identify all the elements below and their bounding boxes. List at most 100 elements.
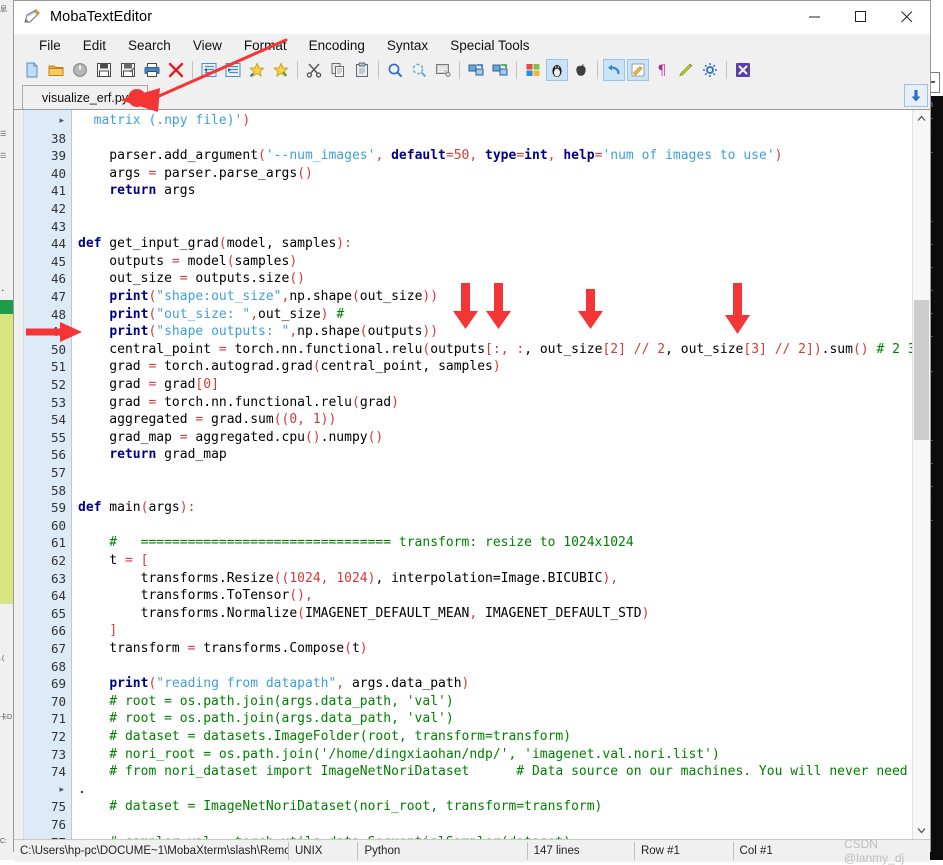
code-line[interactable]: args = parser.parse_args() [78,165,313,183]
code-line[interactable]: print("out_size: ",out_size) # [78,306,344,324]
code-line[interactable]: t = [ [78,552,148,570]
save-icon[interactable] [93,59,115,81]
menu-item-syntax[interactable]: Syntax [376,36,439,55]
code-line[interactable]: return grad_map [78,446,226,464]
menu-item-view[interactable]: View [182,36,233,55]
close-file-icon[interactable] [165,59,187,81]
code-line[interactable]: transforms.ToTensor(), [78,587,313,605]
reload-icon[interactable] [69,59,91,81]
code-line[interactable]: transforms.Resize((1024, 1024), interpol… [78,570,619,588]
code-line[interactable]: grad = grad[0] [78,376,219,394]
menu-item-search[interactable]: Search [117,36,182,55]
code-line[interactable]: central_point = torch.nn.functional.relu… [78,341,912,359]
redo-icon[interactable] [627,59,649,81]
cut-icon[interactable] [303,59,325,81]
code-line[interactable]: matrix (.npy file)') [78,112,251,130]
code-line[interactable]: print("reading from datapath", args.data… [78,675,469,693]
print-icon[interactable] [141,59,163,81]
chevron-up-icon[interactable] [913,110,930,127]
code-line[interactable]: transforms.Normalize(IMAGENET_DEFAULT_ME… [78,605,650,623]
unix-format-icon[interactable] [546,59,568,81]
code-line[interactable]: transform = transforms.Compose(t) [78,640,367,658]
code-line[interactable] [78,130,86,148]
code-line[interactable]: return args [78,182,195,200]
windows-format-icon[interactable] [522,59,544,81]
menu-item-encoding[interactable]: Encoding [298,36,376,55]
scroll-down-icon[interactable] [904,84,928,107]
file-tab-visualize-erf[interactable]: visualize_erf.py [22,85,148,109]
code-line[interactable] [78,658,86,676]
code-line[interactable]: outputs = model(samples) [78,253,297,271]
copy-icon[interactable] [327,59,349,81]
code-line[interactable]: print("shape outputs: ",np.shape(outputs… [78,323,438,341]
bookmark-strip[interactable] [14,110,24,839]
exit-icon[interactable] [732,59,754,81]
code-line[interactable]: # sampler_val = torch.utils.data.Sequent… [78,834,571,839]
fold-marker-icon[interactable]: ▸ [59,112,64,130]
code-text-surface[interactable]: matrix (.npy file)') parser.add_argument… [72,110,912,839]
outdent-icon[interactable] [198,59,220,81]
line-number-gutter: ▸ 38 39 40 41 42 43 44 45 46 47 48 49 50 51 52 53 54 55 56 5… [24,110,72,839]
code-line[interactable] [78,482,86,500]
bookmark-toggle-icon[interactable] [246,59,268,81]
scrollbar-thumb[interactable] [914,300,929,440]
find-icon[interactable] [384,59,406,81]
line-number: 70 [50,693,66,709]
code-editor-area[interactable]: ▸ 38 39 40 41 42 43 44 45 46 47 48 49 50 51 52 53 54 55 56 5… [14,110,930,839]
code-line[interactable]: print("shape:out_size",np.shape(out_size… [78,288,438,306]
find-again-icon[interactable] [408,59,430,81]
code-line[interactable]: def main(args): [78,499,195,517]
highlighter-icon[interactable] [675,59,697,81]
save-as-icon[interactable] [117,59,139,81]
indent-icon[interactable] [222,59,244,81]
code-line[interactable]: # nori_root = os.path.join('/home/dingxi… [78,746,720,764]
line-number: 50 [50,341,66,357]
mac-format-icon[interactable] [570,59,592,81]
bookmark-next-icon[interactable] [270,59,292,81]
code-line[interactable] [78,200,86,218]
code-line[interactable]: def get_input_grad(model, samples): [78,235,352,253]
minimize-button[interactable] [792,1,838,33]
new-file-icon[interactable] [21,59,43,81]
open-folder-icon[interactable] [45,59,67,81]
code-line[interactable] [78,816,86,834]
code-line[interactable]: grad = torch.autograd.grad(central_point… [78,358,500,376]
code-line[interactable]: ] [78,622,117,640]
paste-icon[interactable] [351,59,373,81]
close-button[interactable] [884,1,930,33]
code-line[interactable]: aggregated = grad.sum((0, 1)) [78,411,336,429]
line-number: 76 [50,817,66,832]
menu-item-edit[interactable]: Edit [72,36,117,55]
fold-marker-icon[interactable]: ▸ [59,781,64,799]
code-line[interactable]: parser.add_argument('--num_images', defa… [78,147,782,165]
code-line[interactable] [78,218,86,236]
replace-all-icon[interactable] [489,59,511,81]
code-line[interactable]: # dataset = datasets.ImageFolder(root, t… [78,728,571,746]
bg-left-text: ☰ [0,131,7,138]
code-line[interactable]: . [78,781,86,799]
replace-icon[interactable] [465,59,487,81]
menu-item-file[interactable]: File [28,36,72,55]
goto-line-icon[interactable] [432,59,454,81]
settings-icon[interactable] [699,59,721,81]
code-line[interactable] [78,464,86,482]
maximize-button[interactable] [838,1,884,33]
undo-icon[interactable] [603,59,625,81]
vertical-scrollbar[interactable] [912,110,930,839]
menu-item-format[interactable]: Format [233,36,298,55]
status-row: Row #1 [635,842,734,860]
code-line[interactable]: grad_map = aggregated.cpu().numpy() [78,429,383,447]
code-line[interactable]: # dataset = ImageNetNoriDataset(nori_roo… [78,798,602,816]
show-pilcrow-icon[interactable]: ¶ [651,59,673,81]
code-line[interactable]: # ================================ trans… [78,534,633,552]
menu-item-special-tools[interactable]: Special Tools [439,36,540,55]
code-line[interactable]: grad = torch.nn.functional.relu(grad) [78,394,399,412]
code-line[interactable] [78,517,86,535]
line-number: 58 [50,482,66,498]
code-line[interactable]: # from nori_dataset import ImageNetNoriD… [78,763,912,781]
code-line[interactable]: # root = os.path.join(args.data_path, 'v… [78,693,453,711]
code-line[interactable]: # root = os.path.join(args.data_path, 'v… [78,710,453,728]
code-line[interactable]: out_size = outputs.size() [78,270,305,288]
chevron-down-icon[interactable] [913,822,930,839]
status-line-count: 147 lines [528,842,635,860]
